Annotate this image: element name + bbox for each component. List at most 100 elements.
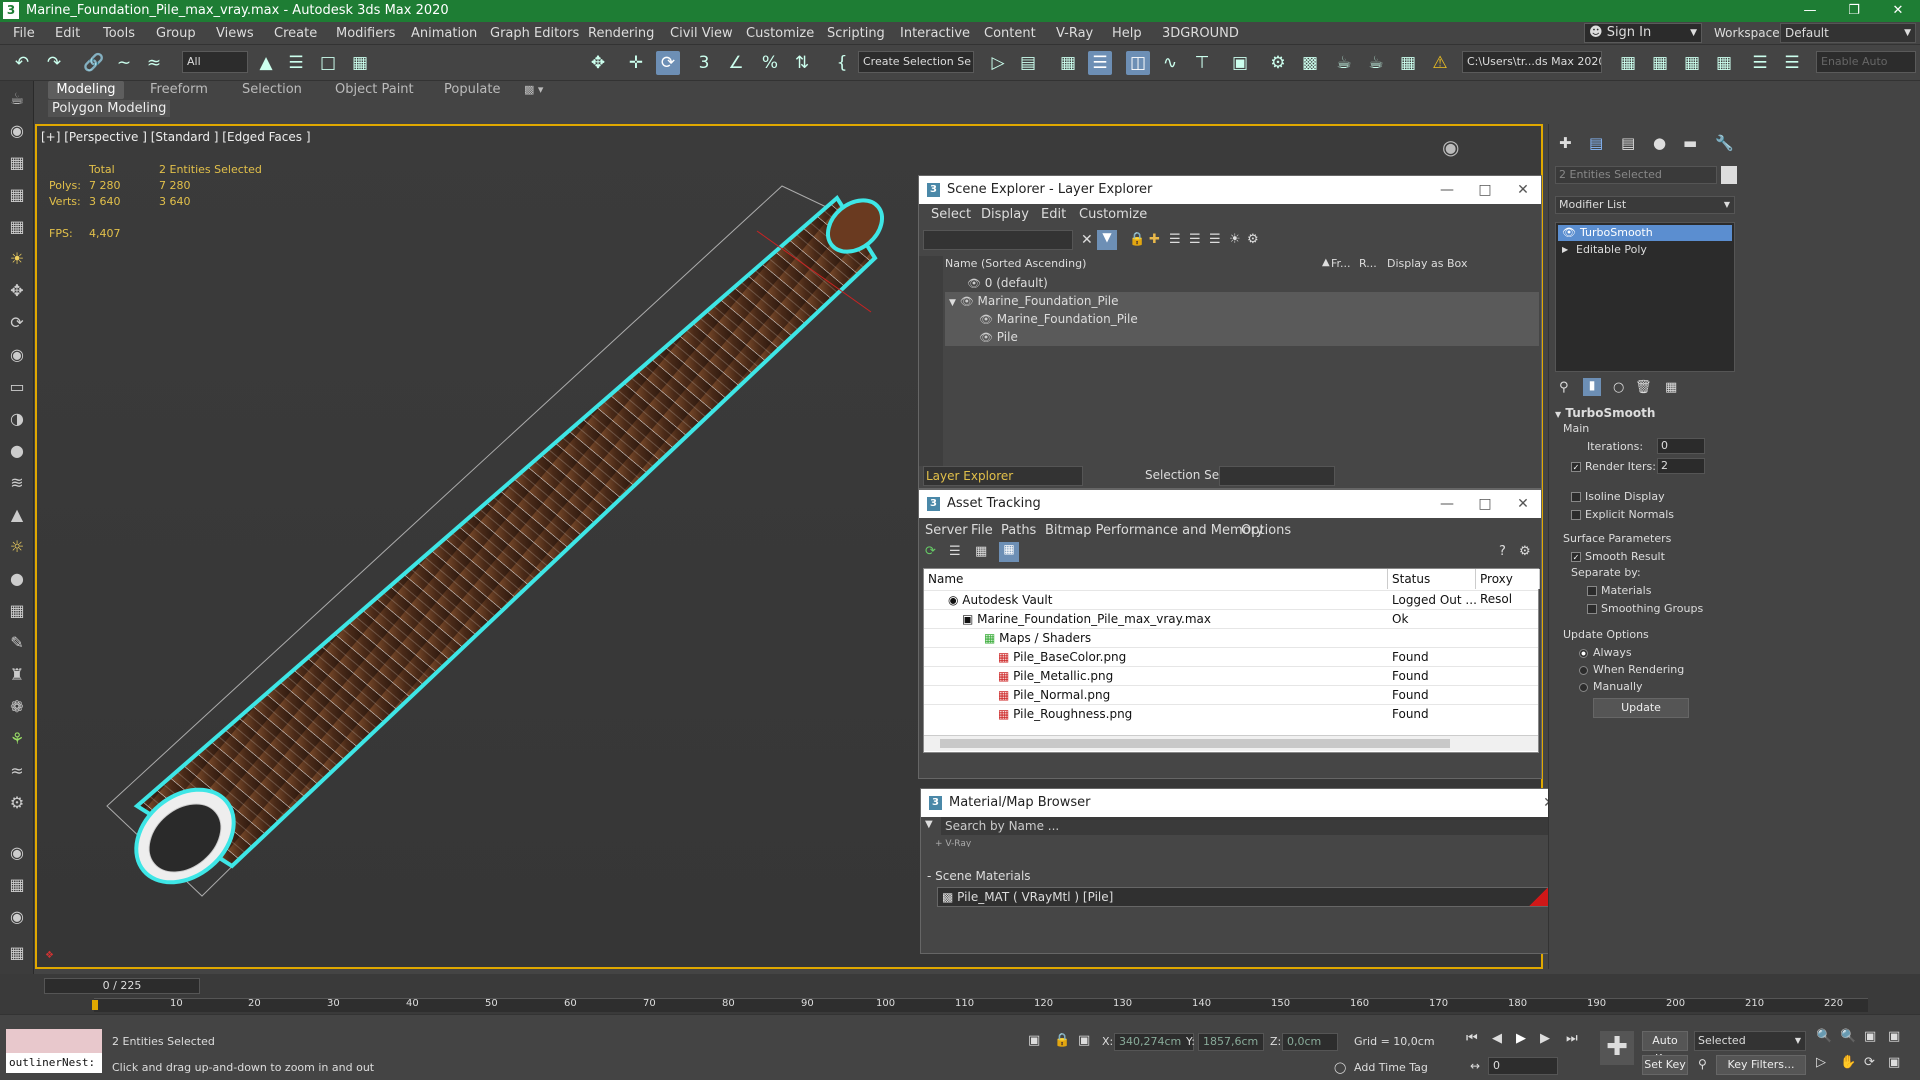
table-row[interactable]: ▦ Pile_Normal.png Found <box>924 685 1538 704</box>
select-rotate-icon[interactable]: ⟳ <box>656 51 680 75</box>
menu-create[interactable]: Create <box>274 26 317 41</box>
column-render[interactable]: R... <box>1359 257 1377 270</box>
menu-customize[interactable]: Customize <box>746 26 814 41</box>
plane-icon[interactable]: ▭ <box>5 375 29 399</box>
menu-options[interactable]: Options <box>1241 523 1291 538</box>
move-icon[interactable]: ✥ <box>5 279 29 303</box>
render-setup-icon[interactable]: ⚙ <box>1266 51 1290 75</box>
camera-icon[interactable]: ◉ <box>5 119 29 143</box>
rollout-title[interactable]: ▼ TurboSmooth <box>1555 406 1655 420</box>
always-row[interactable]: Always <box>1579 646 1632 659</box>
maxscript-listener-top[interactable] <box>6 1029 102 1053</box>
atom-icon[interactable]: ❁ <box>5 695 29 719</box>
minimize-button[interactable]: — <box>1427 176 1467 204</box>
eye-icon[interactable]: 👁 <box>979 313 993 326</box>
hair-icon[interactable]: ≈ <box>5 759 29 783</box>
go-to-end-icon[interactable]: ⏭ <box>1566 1031 1578 1046</box>
horizontal-scrollbar[interactable] <box>924 735 1538 751</box>
snap-toggle-icon[interactable]: ∠ <box>724 51 748 75</box>
object-color-swatch[interactable] <box>1721 166 1737 184</box>
scene-explorer-titlebar[interactable]: 3 Scene Explorer - Layer Explorer — □ ✕ <box>919 176 1541 204</box>
percent-snap-icon[interactable]: % <box>758 51 782 75</box>
eye-icon[interactable]: 👁 <box>1562 225 1576 241</box>
render-production-icon[interactable]: ☕ <box>1332 51 1356 75</box>
menu-group[interactable]: Group <box>156 26 196 41</box>
project-path-dropdown[interactable]: C:\Users\tr...ds Max 2020 <box>1462 51 1602 73</box>
toggle-layer-explorer-icon[interactable]: ☰ <box>1088 51 1112 75</box>
render-grid-icon[interactable]: ▦ <box>1396 51 1420 75</box>
vray-group[interactable]: + V-Ray <box>935 839 971 847</box>
time-tag-icon[interactable]: ◯ <box>1334 1061 1346 1074</box>
modify-tab-icon[interactable]: ▤ <box>1589 134 1603 152</box>
isoline-checkbox[interactable] <box>1571 492 1581 502</box>
column-proxy[interactable]: Proxy Resol <box>1476 569 1540 606</box>
angle-snap-icon[interactable]: 3 <box>692 51 716 75</box>
isolate-icon[interactable]: ▣ <box>1028 1033 1040 1048</box>
enable-auto-field[interactable]: Enable Auto <box>1816 51 1916 73</box>
paint-icon[interactable]: ✎ <box>5 631 29 655</box>
menu-civil-view[interactable]: Civil View <box>670 26 733 41</box>
menu-graph-editors[interactable]: Graph Editors <box>490 26 579 41</box>
x-coordinate[interactable]: 340,274cm <box>1114 1033 1194 1051</box>
table-row[interactable]: ▦ Pile_BaseColor.png Found <box>924 647 1538 666</box>
column-name[interactable]: Name <box>924 569 1388 589</box>
smoothing-groups-row[interactable]: Smoothing Groups <box>1587 602 1703 615</box>
modifier-list-dropdown[interactable]: Modifier List ▼ <box>1555 196 1735 214</box>
menu-customize[interactable]: Customize <box>1079 207 1147 222</box>
column-name[interactable]: Name (Sorted Ascending) <box>945 257 1086 270</box>
set-key-button[interactable]: Set Key <box>1642 1055 1688 1075</box>
close-button[interactable]: ✕ <box>1876 0 1920 22</box>
maxscript-input[interactable]: outlinerNest: <box>6 1053 102 1073</box>
list-view-icon[interactable]: ☰ <box>949 544 961 559</box>
manually-row[interactable]: Manually <box>1579 680 1643 693</box>
column-freeze[interactable]: Fr... <box>1331 257 1351 270</box>
material-editor-icon[interactable]: ▣ <box>1228 51 1252 75</box>
select-object-icon[interactable]: ▲ <box>254 51 278 75</box>
help-icon[interactable]: ? <box>1499 544 1506 559</box>
table-row[interactable]: ◉ Autodesk Vault Logged Out ... <box>924 590 1538 609</box>
panel-icon[interactable]: ▦ <box>5 873 29 897</box>
viewport-label[interactable]: [+] [Perspective ] [Standard ] [Edged Fa… <box>41 130 311 144</box>
update-button[interactable]: Update <box>1593 698 1689 718</box>
teapot-icon[interactable]: ☕ <box>5 87 29 111</box>
layers-icon[interactable]: ☰ <box>1189 232 1201 247</box>
material-row[interactable]: ▩ Pile_MAT ( VRayMtl ) [Pile] <box>937 887 1553 907</box>
eye-icon[interactable]: 👁 <box>960 295 974 308</box>
render-icon[interactable]: ◉ <box>5 343 29 367</box>
maximize-viewport-icon[interactable]: ▣ <box>1888 1055 1900 1070</box>
remove-modifier-icon[interactable]: 🗑 <box>1635 380 1652 395</box>
panel-icon[interactable]: ▦ <box>5 941 29 965</box>
unlink-icon[interactable]: ∼ <box>112 51 136 75</box>
lock-icon[interactable]: 🔒 <box>1054 1033 1070 1048</box>
render-iters-spinner[interactable]: 2 <box>1657 458 1705 474</box>
menu-bitmap-performance[interactable]: Bitmap Performance and Memory <box>1045 523 1264 538</box>
bind-space-warp-icon[interactable]: ≈ <box>142 51 166 75</box>
when-rendering-radio[interactable] <box>1579 665 1588 675</box>
zoom-extents-icon[interactable]: ▣ <box>1864 1029 1876 1044</box>
layers-icon[interactable]: ☰ <box>1209 232 1221 247</box>
close-button[interactable]: ✕ <box>1503 176 1543 204</box>
explicit-normals-row[interactable]: Explicit Normals <box>1571 508 1674 521</box>
stack-item-editable-poly[interactable]: ▶ Editable Poly <box>1558 242 1732 258</box>
plant-icon[interactable]: ⚘ <box>5 727 29 751</box>
iterations-spinner[interactable]: 0 <box>1657 438 1705 454</box>
rendered-frame-icon[interactable]: ▩ <box>1298 51 1322 75</box>
select-move-icon[interactable]: ✛ <box>624 51 648 75</box>
menu-scripting[interactable]: Scripting <box>827 26 885 41</box>
current-frame-field[interactable]: 0 <box>1488 1057 1558 1075</box>
menu-vray[interactable]: V-Ray <box>1056 26 1093 41</box>
menu-help[interactable]: Help <box>1112 26 1142 41</box>
menu-content[interactable]: Content <box>984 26 1036 41</box>
zoom-extents-all-icon[interactable]: ▣ <box>1888 1029 1900 1044</box>
always-radio[interactable] <box>1579 648 1588 658</box>
time-slider[interactable]: 0 / 225 <box>44 978 200 994</box>
minimize-button[interactable]: — <box>1427 490 1467 518</box>
layers-icon[interactable]: ☰ <box>1748 51 1772 75</box>
restore-button[interactable]: ❐ <box>1832 0 1876 22</box>
table-row[interactable]: ▦ Pile_Roughness.png Found <box>924 704 1538 723</box>
menu-file[interactable]: File <box>971 523 993 538</box>
redo-icon[interactable]: ↷ <box>42 51 66 75</box>
menu-server[interactable]: Server <box>925 523 968 538</box>
layer-settings-icon[interactable]: ⚙ <box>1247 232 1259 247</box>
project-icon[interactable]: ▦ <box>1680 51 1704 75</box>
